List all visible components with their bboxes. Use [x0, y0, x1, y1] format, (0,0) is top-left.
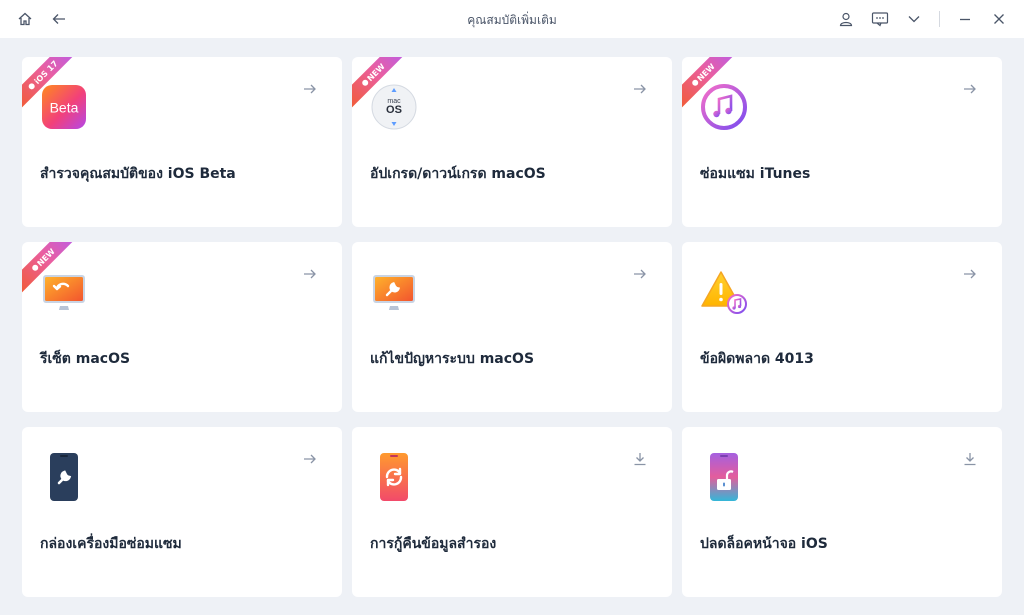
card-label: รีเซ็ต macOS: [40, 351, 131, 367]
ribbon-label: NEW: [35, 246, 57, 268]
close-icon[interactable]: [988, 8, 1010, 30]
card-label: ปลดล็อคหน้าจอ iOS: [700, 536, 828, 552]
feature-grid: iOS 17 Beta สำรวจคุณสมบัติของ iOS Beta N…: [22, 57, 1002, 597]
card-label: อัปเกรด/ดาวน์เกรด macOS: [370, 166, 546, 182]
card-macos-system-repair[interactable]: แก้ไขปัญหาระบบ macOS: [352, 242, 672, 412]
mac-repair-icon: [370, 268, 418, 316]
feedback-icon[interactable]: [869, 8, 891, 30]
arrow-right-icon[interactable]: [298, 447, 322, 471]
card-ios-beta[interactable]: iOS 17 Beta สำรวจคุณสมบัติของ iOS Beta: [22, 57, 342, 227]
card-macos-upgrade[interactable]: NEW mac OS อัปเกรด/ดาวน์เกรด macOS: [352, 57, 672, 227]
card-backup-restore[interactable]: การกู้คืนข้อมูลสำรอง: [352, 427, 672, 597]
phone-restore-icon: [370, 453, 418, 501]
card-error-4013[interactable]: ข้อผิดพลาด 4013: [682, 242, 1002, 412]
card-label: การกู้คืนข้อมูลสำรอง: [370, 536, 497, 552]
macos-icon: mac OS: [370, 83, 418, 131]
arrow-right-icon[interactable]: [958, 262, 982, 286]
download-icon[interactable]: [958, 447, 982, 471]
phone-unlock-icon: [700, 453, 748, 501]
ios-beta-icon: Beta: [40, 83, 88, 131]
warning-music-icon: [700, 268, 748, 316]
svg-text:OS: OS: [386, 104, 402, 116]
title-bar: คุณสมบัติเพิ่มเติม: [0, 0, 1024, 38]
arrow-right-icon[interactable]: [298, 77, 322, 101]
ribbon-label: iOS 17: [32, 58, 60, 86]
toolbar-divider: [939, 11, 940, 27]
ribbon-label: NEW: [695, 61, 717, 83]
arrow-right-icon[interactable]: [298, 262, 322, 286]
card-ios-unlock[interactable]: ปลดล็อคหน้าจอ iOS: [682, 427, 1002, 597]
user-icon[interactable]: [835, 8, 857, 30]
card-itunes-repair[interactable]: NEW ซ่อมแซม iTunes: [682, 57, 1002, 227]
ribbon-label: NEW: [365, 61, 387, 83]
svg-text:Beta: Beta: [50, 100, 79, 116]
chevron-down-icon[interactable]: [903, 8, 925, 30]
card-label: แก้ไขปัญหาระบบ macOS: [370, 351, 535, 367]
minimize-icon[interactable]: [954, 8, 976, 30]
download-icon[interactable]: [628, 447, 652, 471]
card-label: ข้อผิดพลาด 4013: [700, 351, 814, 367]
card-label: กล่องเครื่องมือซ่อมแซม: [40, 536, 182, 552]
card-label: ซ่อมแซม iTunes: [700, 166, 811, 182]
arrow-right-icon[interactable]: [628, 262, 652, 286]
arrow-right-icon[interactable]: [628, 77, 652, 101]
card-macos-reset[interactable]: NEW รีเซ็ต macOS: [22, 242, 342, 412]
mac-reset-icon: [40, 268, 88, 316]
phone-wrench-icon: [40, 453, 88, 501]
card-label: สำรวจคุณสมบัติของ iOS Beta: [40, 166, 236, 182]
card-repair-toolbox[interactable]: กล่องเครื่องมือซ่อมแซม: [22, 427, 342, 597]
arrow-right-icon[interactable]: [958, 77, 982, 101]
itunes-icon: [700, 83, 748, 131]
